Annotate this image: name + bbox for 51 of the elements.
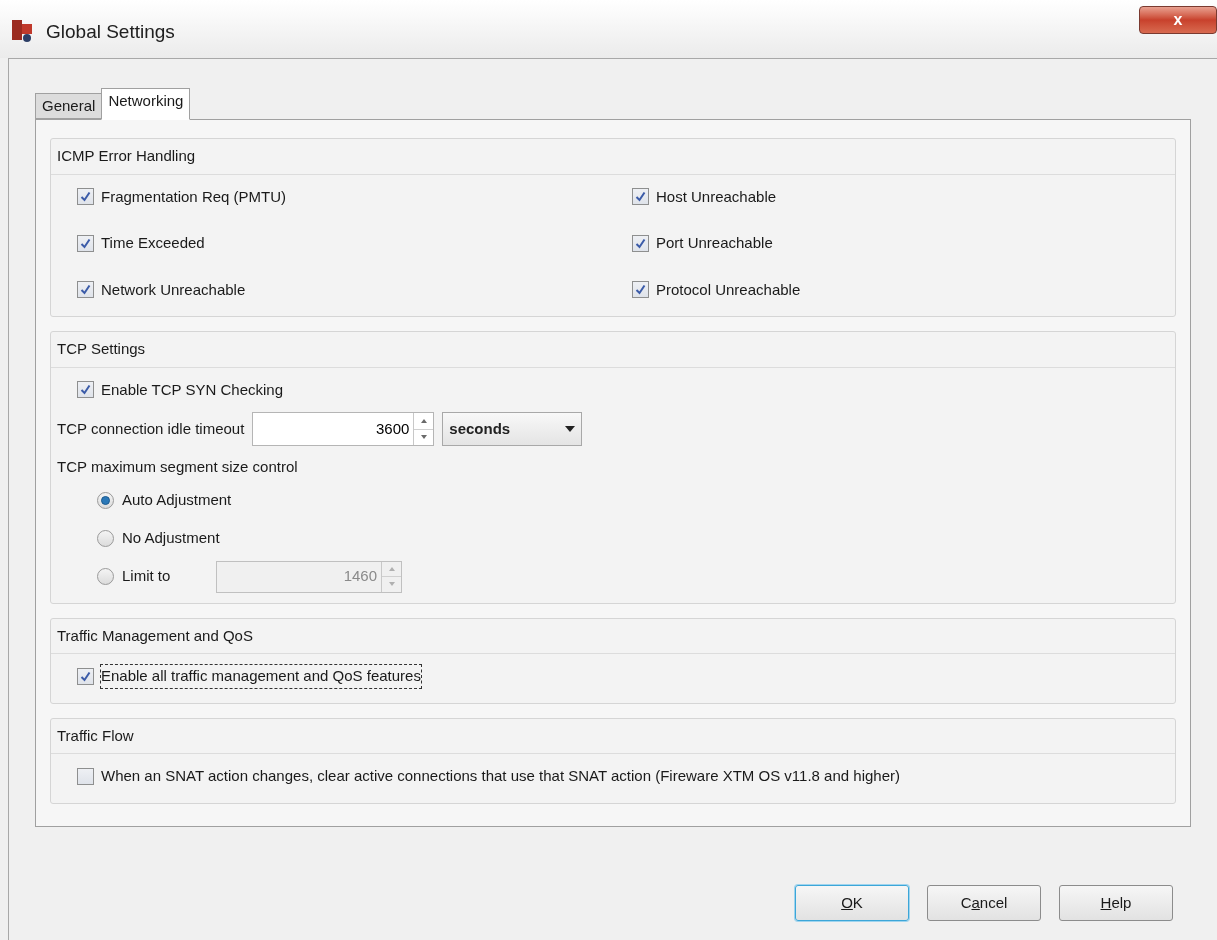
down-arrow-icon bbox=[388, 582, 395, 587]
checkbox-label[interactable]: Time Exceeded bbox=[100, 231, 206, 256]
checkbox-label[interactable]: Network Unreachable bbox=[100, 277, 247, 302]
checkbox-label[interactable]: Fragmentation Req (PMTU) bbox=[100, 184, 288, 209]
checkbox-label[interactable]: Enable TCP SYN Checking bbox=[100, 377, 285, 402]
checkbox-label[interactable]: Port Unreachable bbox=[655, 231, 774, 256]
close-button[interactable]: x bbox=[1139, 6, 1217, 34]
checkbox-label[interactable]: Protocol Unreachable bbox=[655, 277, 802, 302]
dialog-button[interactable]: Cancel bbox=[927, 885, 1041, 921]
group-title: TCP Settings bbox=[56, 339, 147, 359]
tab[interactable]: General bbox=[35, 93, 102, 119]
up-arrow-icon bbox=[420, 418, 427, 423]
dialog-button[interactable]: Help bbox=[1059, 885, 1173, 921]
unit-dropdown[interactable]: seconds bbox=[442, 412, 583, 446]
dialog-button[interactable]: OK bbox=[795, 885, 909, 921]
checkbox-label[interactable]: Host Unreachable bbox=[655, 184, 778, 209]
group-title: Traffic Flow bbox=[56, 725, 135, 746]
window-title: Global Settings bbox=[46, 20, 175, 44]
checkbox-label[interactable]: When an SNAT action changes, clear active connections that use that SNAT action (Fireware XTM OS v11.8 and higher) bbox=[100, 764, 901, 789]
checkbox-label[interactable]: Enable all traffic management and QoS features bbox=[100, 664, 422, 689]
timeout-field[interactable]: 3600 bbox=[252, 412, 435, 446]
field-label: TCP maximum segment size control bbox=[57, 457, 299, 477]
field-label: TCP connection idle timeout bbox=[57, 418, 245, 439]
checkbox[interactable] bbox=[77, 381, 94, 399]
down-arrow-icon bbox=[420, 435, 427, 440]
check-icon bbox=[635, 284, 646, 296]
check-icon bbox=[635, 237, 646, 249]
spinner-buttons[interactable] bbox=[413, 413, 434, 445]
checkbox[interactable] bbox=[77, 188, 94, 206]
checkbox[interactable] bbox=[77, 234, 94, 252]
radio-button[interactable] bbox=[97, 530, 114, 547]
check-icon bbox=[80, 237, 91, 249]
checkbox[interactable] bbox=[77, 667, 94, 685]
check-icon bbox=[80, 670, 91, 682]
check-icon bbox=[80, 284, 91, 296]
tab[interactable]: Networking bbox=[101, 88, 191, 120]
radio-label[interactable]: Auto Adjustment bbox=[122, 489, 232, 512]
dropdown-arrow-icon bbox=[565, 426, 576, 432]
checkbox[interactable] bbox=[632, 234, 649, 252]
up-arrow-icon bbox=[388, 566, 395, 571]
group-title: ICMP Error Handling bbox=[56, 146, 197, 166]
checkbox[interactable] bbox=[632, 281, 649, 299]
checkbox[interactable] bbox=[77, 767, 94, 785]
radio-label[interactable]: No Adjustment bbox=[122, 527, 220, 550]
group-title: Traffic Management and QoS bbox=[56, 625, 254, 646]
check-icon bbox=[635, 191, 646, 203]
check-icon bbox=[80, 384, 91, 396]
checkbox[interactable] bbox=[632, 188, 649, 206]
check-icon bbox=[80, 191, 91, 203]
radio-button[interactable] bbox=[97, 492, 114, 509]
checkbox[interactable] bbox=[77, 281, 94, 299]
